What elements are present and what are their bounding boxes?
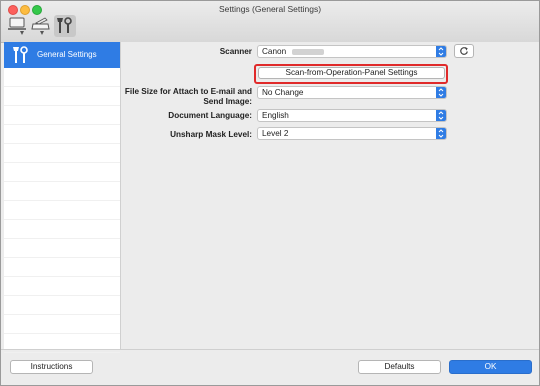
highlight-box [254, 64, 448, 84]
general-settings-icon [57, 17, 72, 33]
redacted-model-name [292, 49, 324, 55]
tools-icon [13, 46, 28, 63]
defaults-button[interactable]: Defaults [358, 360, 441, 374]
scanner-scan-icon [31, 17, 50, 35]
select-arrows-icon [436, 46, 446, 57]
file-size-label-line1: File Size for Attach to E-mail and [124, 87, 252, 96]
toolbar-computer-scan-button[interactable] [7, 15, 29, 37]
computer-scan-icon [8, 17, 26, 35]
unsharp-mask-label: Unsharp Mask Level: [170, 130, 252, 139]
select-arrows-icon [436, 110, 446, 121]
file-size-label-line2: Send Image: [203, 97, 252, 106]
scanner-value: Canon [262, 47, 287, 56]
window-title: Settings (General Settings) [218, 4, 322, 14]
sidebar-item-label: General Settings [37, 50, 97, 59]
footer-divider [1, 349, 539, 350]
sidebar-item-general-settings[interactable]: General Settings [4, 42, 120, 68]
title-bar: Settings (General Settings) [1, 1, 539, 43]
settings-panel: Scanner Canon Scan-from-Operation-Panel … [121, 42, 539, 349]
toolbar-scanner-scan-button[interactable] [30, 15, 52, 37]
ok-button[interactable]: OK [449, 360, 532, 374]
document-language-select[interactable]: English [257, 109, 447, 122]
file-size-select[interactable]: No Change [257, 86, 447, 99]
refresh-scanner-button[interactable] [454, 44, 474, 58]
instructions-button[interactable]: Instructions [10, 360, 93, 374]
file-size-value: No Change [262, 88, 304, 97]
sidebar: General Settings [4, 42, 121, 353]
settings-window: Settings (General Settings) General Sett… [0, 0, 540, 386]
unsharp-mask-select[interactable]: Level 2 [257, 127, 447, 140]
toolbar-general-settings-button[interactable] [54, 15, 76, 37]
refresh-icon [460, 47, 468, 55]
select-arrows-icon [436, 128, 446, 139]
scanner-select[interactable]: Canon [257, 45, 447, 58]
select-arrows-icon [436, 87, 446, 98]
document-language-value: English [262, 111, 289, 120]
unsharp-mask-value: Level 2 [262, 129, 289, 138]
file-size-label: File Size for Attach to E-mail and Send … [121, 87, 252, 107]
document-language-label: Document Language: [168, 111, 252, 120]
scanner-label: Scanner [219, 47, 252, 56]
